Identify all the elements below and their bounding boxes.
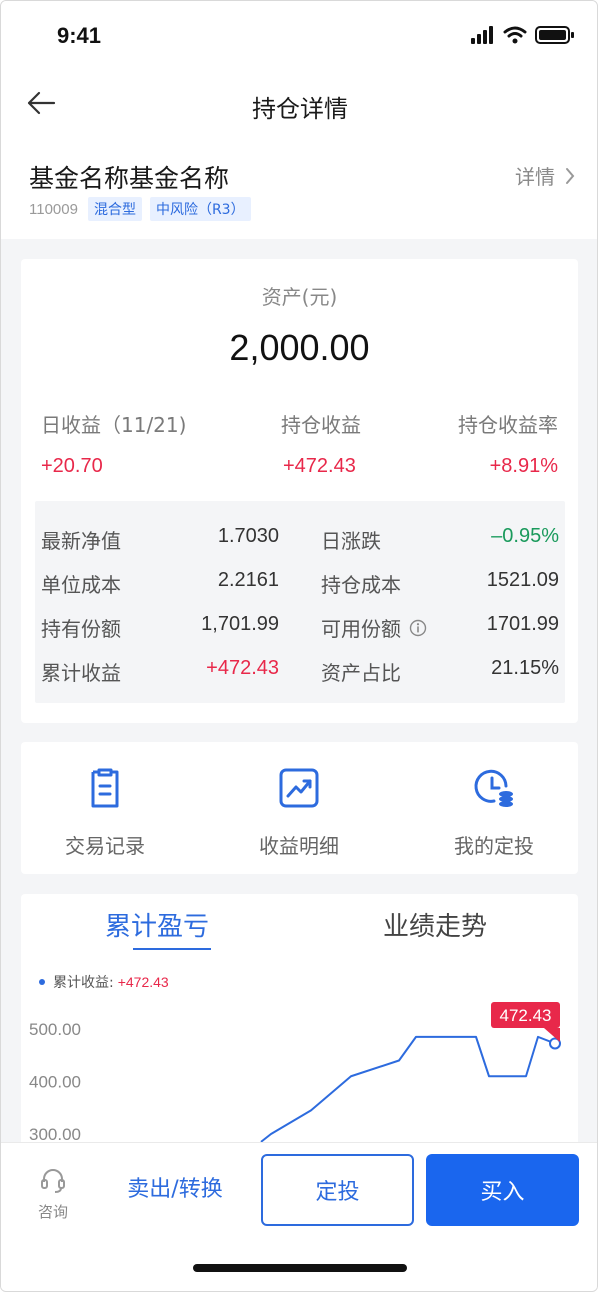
bottom-action-bar: 咨询 卖出/转换 定投 买入 — [1, 1142, 597, 1291]
available-shares-value: 1701.99 — [486, 613, 559, 635]
document-icon — [91, 768, 119, 808]
income-details-button[interactable]: 收益明细 — [219, 766, 379, 859]
consult-label: 咨询 — [37, 1203, 68, 1221]
signal-icon — [471, 26, 493, 44]
cumulative-income-value: +472.43 — [206, 657, 279, 679]
asset-card: 资产(元) 2,000.00 日收益（11/21) 持仓收益 持仓收益率 +20… — [21, 259, 578, 723]
holding-cost-value: 1521.09 — [486, 569, 559, 591]
info-icon[interactable] — [409, 619, 427, 637]
y-tick-label: 500.00 — [29, 1020, 81, 1039]
page-title: 持仓详情 — [252, 95, 348, 123]
holding-cost-label: 持仓成本 — [321, 573, 401, 597]
line-chart: 500.00400.00300.00472.43 — [29, 1002, 561, 1144]
fund-meta: 110009 混合型 中风险（R3） — [29, 197, 251, 221]
home-indicator — [193, 1264, 407, 1272]
consult-button[interactable]: 咨询 — [27, 1165, 79, 1222]
unit-cost-value: 2.2161 — [217, 569, 279, 591]
status-time: 9:41 — [57, 23, 102, 48]
my-plan-button[interactable]: 我的定投 — [414, 766, 574, 859]
available-shares-label-wrap: 可用份额 — [321, 613, 427, 642]
daily-change-label: 日涨跌 — [321, 529, 381, 553]
tooltip-value: 472.43 — [500, 1006, 552, 1025]
headset-icon — [41, 1169, 65, 1193]
transaction-records-label: 交易记录 — [65, 834, 145, 858]
buy-button[interactable]: 买入 — [426, 1154, 579, 1226]
value-tooltip: 472.43 — [491, 1002, 560, 1042]
asset-label: 资产(元) — [261, 285, 338, 309]
plan-button[interactable]: 定投 — [261, 1154, 414, 1226]
detail-grid: 最新净值 1.7030 日涨跌 –0.95% 单位成本 2.2161 持仓成本 … — [35, 501, 565, 703]
y-tick-label: 400.00 — [29, 1073, 81, 1092]
daily-income-value: +20.70 — [41, 455, 103, 477]
available-shares-label: 可用份额 — [321, 617, 401, 641]
wifi-icon — [503, 26, 527, 44]
unit-cost-label: 单位成本 — [41, 573, 121, 597]
asset-ratio-value: 21.15% — [491, 657, 559, 679]
sell-convert-button[interactable]: 卖出/转换 — [105, 1171, 245, 1203]
phone-screen: 9:41 持仓详情 基金名称基金名称 详情 110009 混合型 中风险（R3）… — [0, 0, 598, 1292]
clock-coin-icon — [474, 769, 513, 807]
chart-card: 累计盈亏 业绩走势 累计收益: +472.43 500.00 400.00 300.… — [21, 894, 578, 1154]
fund-name: 基金名称基金名称 — [29, 164, 230, 193]
holding-income-label: 持仓收益 — [281, 413, 361, 437]
held-shares-label: 持有份额 — [41, 617, 121, 641]
detail-label: 详情 — [515, 165, 555, 189]
series-line — [260, 1035, 556, 1143]
held-shares-value: 1,701.99 — [201, 613, 279, 635]
battery-icon — [535, 26, 574, 44]
fund-code: 110009 — [29, 200, 78, 218]
my-plan-label: 我的定投 — [454, 834, 534, 858]
nav-bar: 持仓详情 — [1, 71, 597, 139]
chevron-right-icon — [566, 167, 575, 184]
cumulative-income-label: 累计收益 — [41, 661, 121, 685]
status-bar: 9:41 — [1, 1, 597, 71]
fund-header: 基金名称基金名称 详情 110009 混合型 中风险（R3） — [1, 139, 597, 239]
latest-nav-label: 最新净值 — [41, 529, 121, 553]
fund-type-tag: 混合型 — [87, 197, 142, 221]
latest-nav-value: 1.7030 — [217, 525, 279, 547]
asset-value: 2,000.00 — [229, 327, 370, 368]
holding-rate-value: +8.91% — [489, 455, 558, 477]
daily-change-value: –0.95% — [491, 525, 559, 547]
actions-card: 交易记录 收益明细 我的定投 — [21, 742, 578, 874]
transaction-records-button[interactable]: 交易记录 — [25, 766, 185, 859]
holding-rate-label: 持仓收益率 — [458, 413, 558, 437]
asset-ratio-label: 资产占比 — [321, 661, 401, 685]
trend-chart-icon — [279, 768, 319, 808]
risk-level-tag: 中风险（R3） — [149, 197, 251, 221]
holding-income-value: +472.43 — [283, 455, 356, 477]
daily-income-label: 日收益（11/21) — [41, 413, 187, 437]
status-icons — [471, 25, 575, 45]
fund-detail-link[interactable]: 详情 — [515, 161, 575, 190]
income-details-label: 收益明细 — [259, 834, 339, 858]
